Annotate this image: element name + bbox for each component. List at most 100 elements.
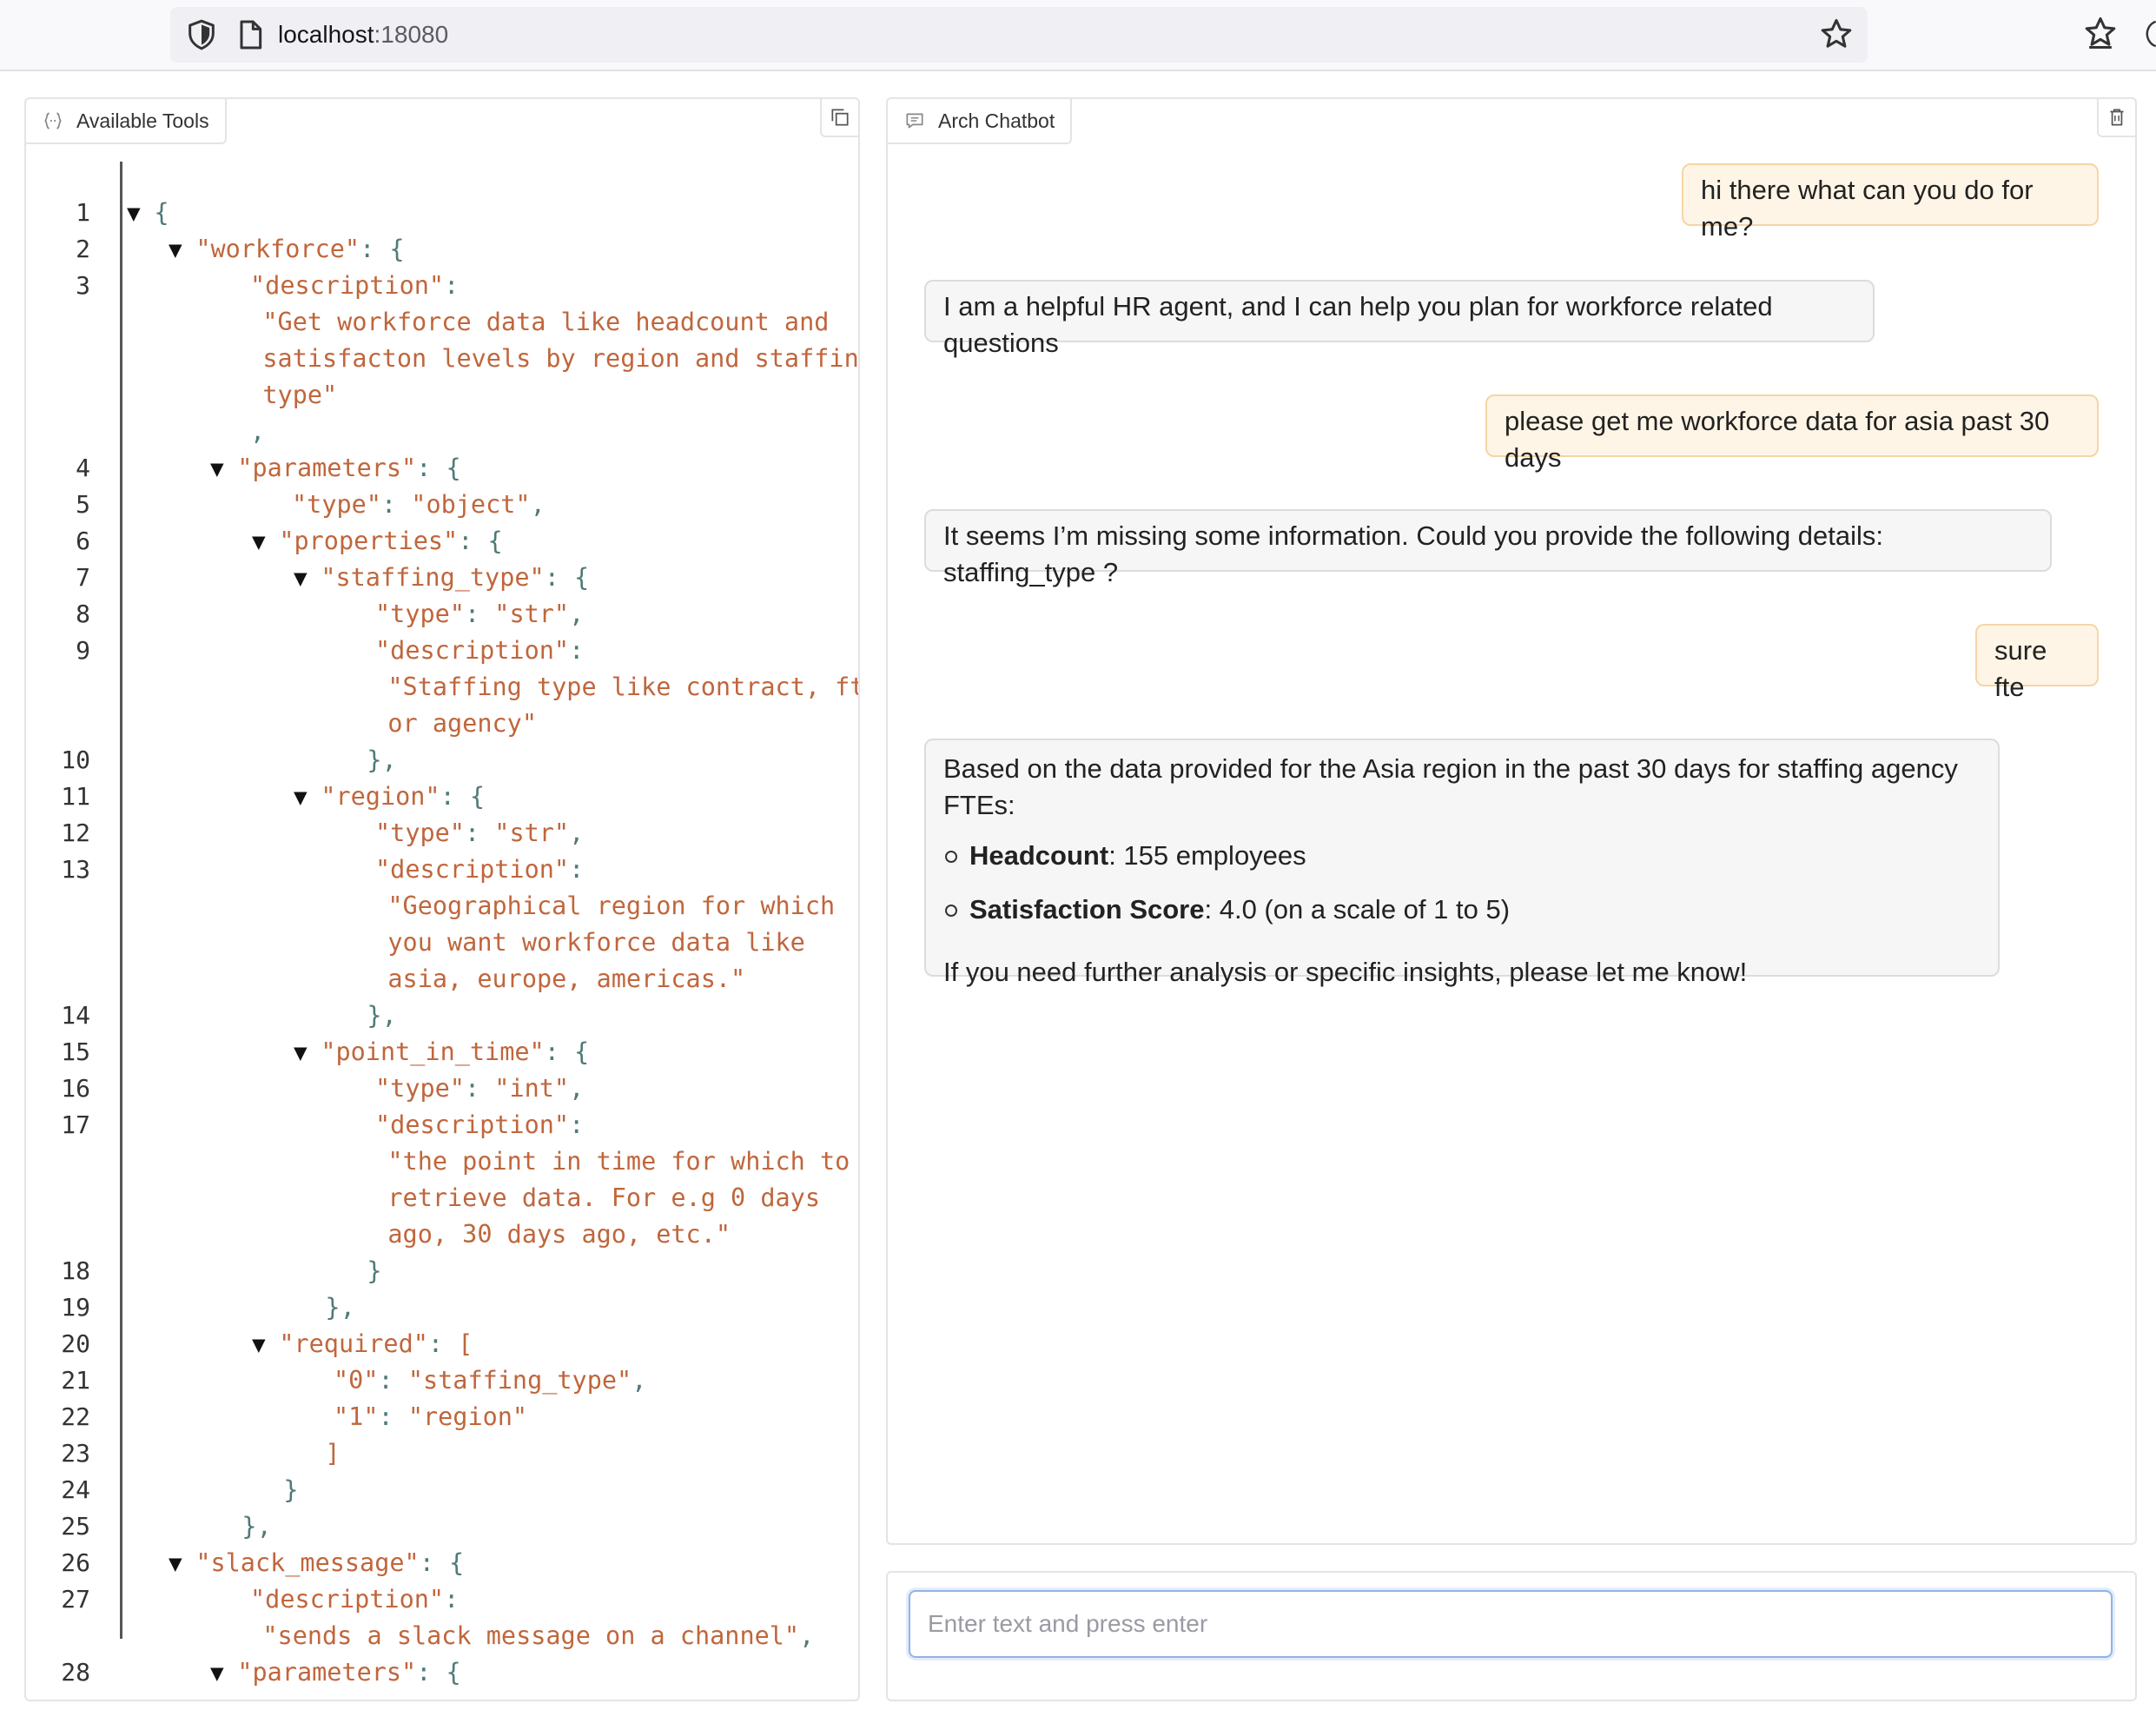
code-token: "point_in_time": [321, 1037, 545, 1066]
bookmark-star-icon[interactable]: [1817, 16, 1855, 54]
user-message: please get me workforce data for asia pa…: [1485, 394, 2099, 473]
code-text: },: [241, 1508, 271, 1545]
line-number: 11: [61, 782, 90, 811]
line-number: 28: [61, 1658, 90, 1687]
code-text: ▼ "staffing_type": {: [294, 560, 589, 597]
code-line: 27 "description":: [26, 1581, 858, 1618]
message-text: I am a helpful HR agent, and I can help …: [943, 291, 1773, 358]
code-token: :: [464, 1074, 495, 1103]
line-number: 6: [76, 527, 90, 555]
code-line: 15 ▼ "point_in_time": {: [26, 1034, 858, 1070]
code-token: :: [569, 636, 585, 665]
line-number: 15: [61, 1037, 90, 1066]
code-token: :: [378, 1402, 408, 1431]
collapse-toggle-icon[interactable]: ▼: [252, 529, 279, 555]
code-text: "1": "region": [334, 1399, 527, 1435]
code-token: you want workforce data like: [387, 928, 805, 957]
code-token: :: [416, 454, 446, 482]
line-number: 14: [61, 1001, 90, 1030]
bookmarks-menu-icon[interactable]: [2081, 14, 2120, 52]
code-token: ,: [569, 600, 585, 628]
code-line: 18}: [26, 1253, 858, 1289]
line-number: 2: [76, 235, 90, 263]
url-host: localhost: [278, 21, 374, 48]
collapse-toggle-icon[interactable]: ▼: [252, 1332, 279, 1358]
url-text[interactable]: localhost:18080: [278, 19, 448, 50]
code-token: "type": [292, 490, 381, 519]
code-token: :: [416, 1658, 446, 1687]
clear-chat-button[interactable]: [2097, 97, 2137, 137]
code-token: "str": [494, 600, 570, 628]
code-token: {: [469, 782, 486, 811]
code-line: 8 "type": "str",: [26, 596, 858, 633]
collapse-toggle-icon[interactable]: ▼: [169, 1551, 195, 1577]
collapse-toggle-icon[interactable]: ▼: [169, 237, 195, 263]
code-text: "description":: [375, 1107, 584, 1143]
collapse-toggle-icon[interactable]: ▼: [210, 1660, 237, 1687]
code-line: 2 ▼ "workforce": {: [26, 231, 858, 268]
code-text: or agency": [387, 706, 537, 742]
code-text: you want workforce data like: [387, 925, 804, 961]
line-number: 17: [61, 1110, 90, 1139]
code-line: 13 "description":: [26, 852, 858, 888]
code-line: asia, europe, americas.": [26, 961, 858, 998]
code-token: {: [154, 198, 169, 227]
code-token: :: [427, 1329, 459, 1358]
code-text: ▼ "region": {: [294, 779, 485, 816]
line-number: 20: [61, 1329, 90, 1358]
chat-input[interactable]: [909, 1590, 2113, 1658]
collapse-toggle-icon[interactable]: ▼: [294, 566, 321, 592]
code-token: :: [569, 1110, 585, 1139]
code-line: "the point in time for which to: [26, 1143, 858, 1180]
code-text: "type": "str",: [375, 596, 584, 633]
code-token: "1": [334, 1402, 379, 1431]
collapse-toggle-icon[interactable]: ▼: [127, 201, 154, 227]
arch-chatbot-tab: Arch Chatbot: [886, 97, 1073, 144]
code-token: :: [464, 819, 495, 847]
code-token: {: [389, 235, 405, 263]
line-number: 4: [76, 454, 90, 482]
collapse-toggle-icon[interactable]: ▼: [210, 456, 237, 482]
code-token: }: [367, 746, 382, 774]
code-token: }: [283, 1475, 299, 1504]
code-text: type": [262, 377, 337, 414]
list-item-label: Satisfaction Score: [969, 894, 1205, 925]
chat-input-panel: [886, 1571, 2137, 1701]
chat-icon: [906, 113, 923, 129]
code-token: "workforce": [195, 235, 360, 263]
list-item: Satisfaction Score: 4.0 (on a scale of 1…: [943, 891, 1981, 928]
code-token: ,: [381, 746, 397, 774]
code-token: {: [574, 1037, 590, 1066]
collapse-toggle-icon[interactable]: ▼: [294, 785, 321, 811]
code-text: ▼ "workforce": {: [169, 231, 405, 268]
code-token: "int": [494, 1074, 570, 1103]
collapse-toggle-icon[interactable]: ▼: [294, 1040, 321, 1066]
code-line: 14},: [26, 998, 858, 1034]
address-bar[interactable]: localhost:18080: [170, 7, 1868, 63]
code-token: "Staffing type like contract, fte: [387, 673, 858, 701]
code-line: 28 ▼ "parameters": {: [26, 1654, 858, 1691]
extensions-icon[interactable]: [2142, 19, 2156, 49]
code-line: ,: [26, 414, 858, 450]
code-token: "required": [279, 1329, 428, 1358]
code-line: you want workforce data like: [26, 925, 858, 961]
code-text: "description":: [375, 633, 584, 669]
code-text: ▼ "slack_message": {: [169, 1545, 464, 1582]
code-token: :: [378, 1366, 408, 1395]
user-message: hi there what can you do for me?: [1682, 163, 2099, 242]
copy-button[interactable]: [820, 97, 860, 137]
code-text: "description":: [375, 852, 584, 888]
code-token: [: [458, 1329, 473, 1358]
code-text: "type": "object",: [292, 1691, 546, 1698]
code-token: "the point in time for which to: [387, 1147, 850, 1176]
shield-icon[interactable]: [184, 17, 219, 52]
code-text: "Staffing type like contract, fte: [387, 669, 858, 706]
json-code-viewer: 1 ▼ {2 ▼ "workforce": {3 "description": "Get…: [26, 160, 858, 1698]
code-token: "type": [375, 1074, 465, 1103]
line-number: 19: [61, 1293, 90, 1322]
code-token: "description": [250, 271, 445, 300]
code-line: 23]: [26, 1435, 858, 1472]
code-token: ]: [325, 1439, 341, 1468]
user-message: sure fte: [1975, 624, 2099, 702]
available-tools-tab: Available Tools: [24, 97, 227, 144]
